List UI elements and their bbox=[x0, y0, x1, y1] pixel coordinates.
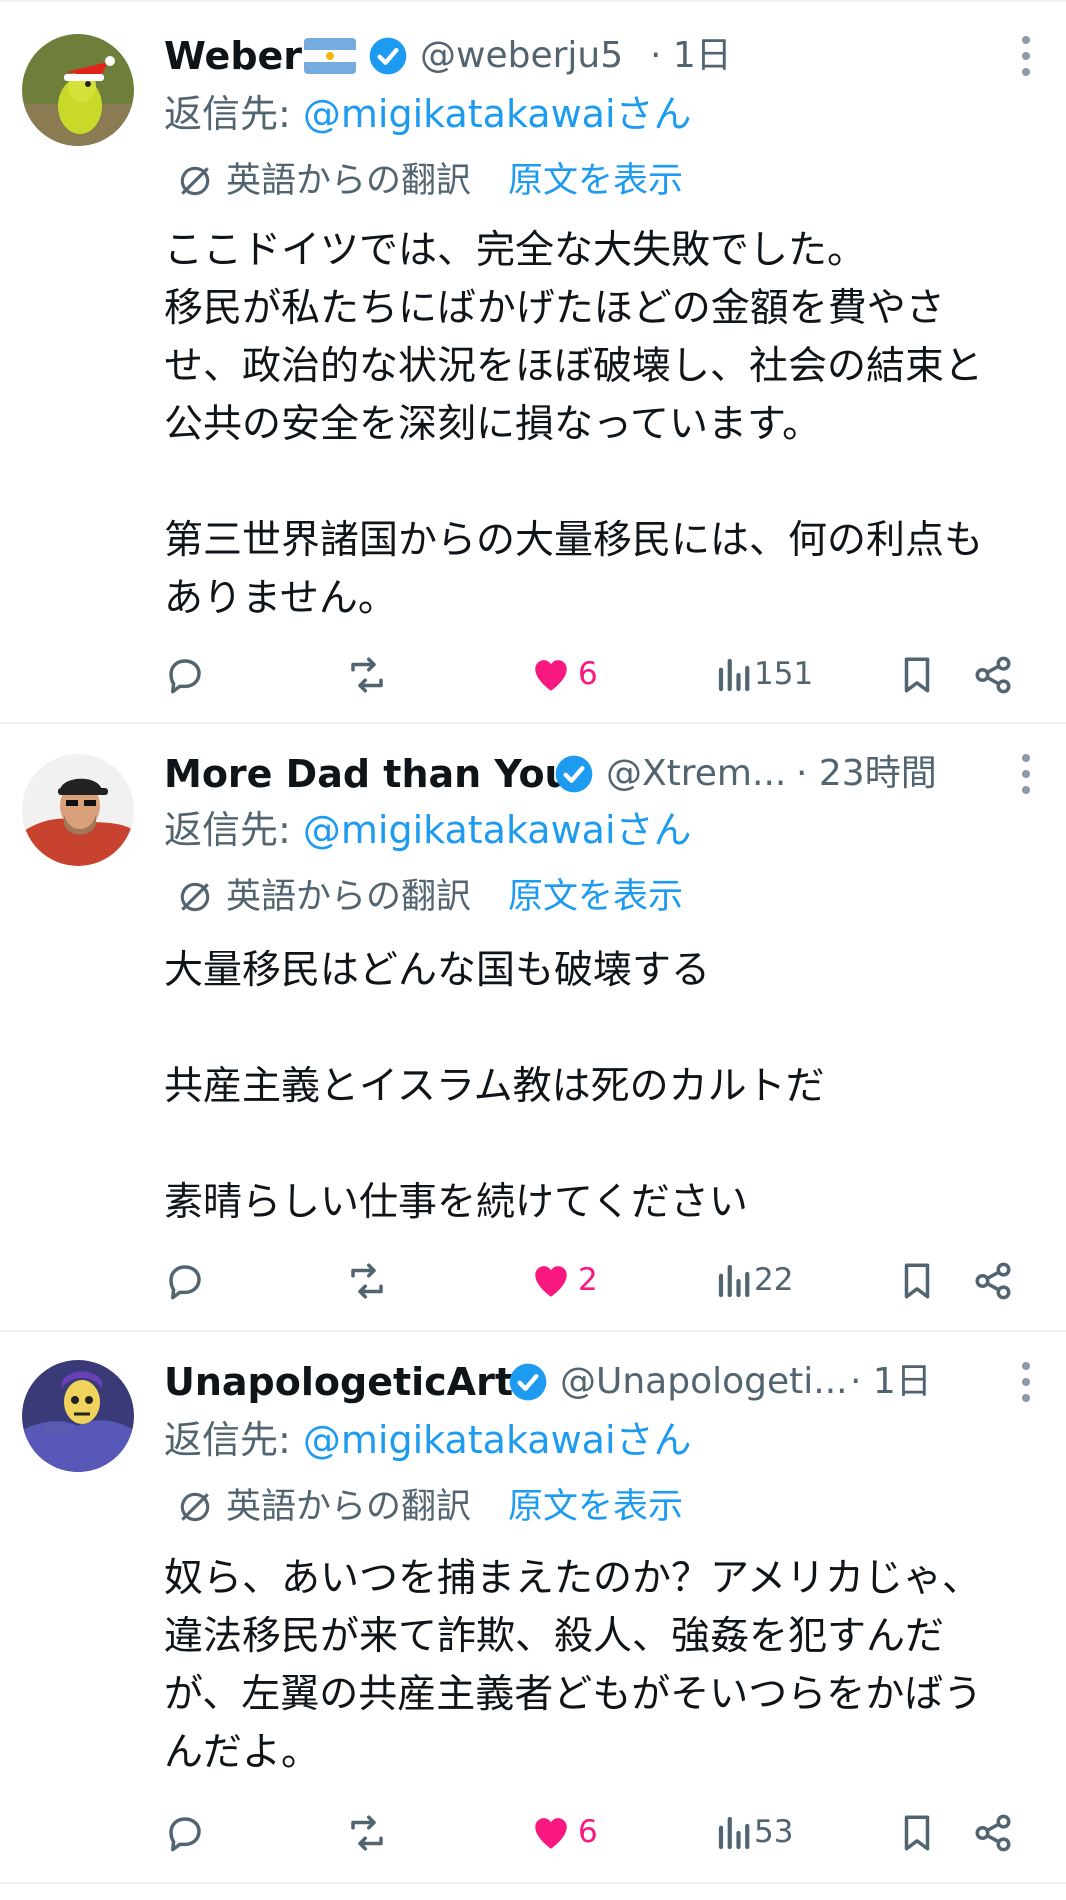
translate-icon bbox=[180, 882, 210, 912]
avatar[interactable] bbox=[22, 34, 134, 146]
heart-filled-icon bbox=[535, 1818, 567, 1849]
reply-icon bbox=[169, 659, 201, 694]
reply-tweet[interactable]: More Dad than You @Xtrem... · 23時間 返信先: … bbox=[0, 724, 1066, 1332]
timestamp[interactable]: · 23時間 bbox=[796, 744, 937, 804]
show-original-link[interactable]: 原文を表示 bbox=[508, 156, 683, 206]
display-name[interactable]: Weber bbox=[164, 26, 302, 86]
timestamp[interactable]: · 1日 bbox=[850, 1352, 932, 1412]
view-count: 151 bbox=[754, 656, 814, 692]
repost-icon bbox=[351, 657, 383, 693]
replying-to: 返信先: @migikatakawaiさん bbox=[164, 802, 692, 858]
bookmark-icon bbox=[904, 1815, 930, 1851]
like-count: 6 bbox=[578, 656, 598, 692]
translated-from-label: 英語からの翻訳 bbox=[226, 1487, 472, 1527]
show-original-link[interactable]: 原文を表示 bbox=[508, 1482, 683, 1532]
more-options-icon[interactable] bbox=[1016, 752, 1036, 796]
replying-to-mention[interactable]: @migikatakawaiさん bbox=[303, 92, 692, 136]
view-count: 22 bbox=[754, 1262, 794, 1298]
handle[interactable]: @Xtrem... bbox=[606, 744, 786, 804]
reply-icon bbox=[169, 1265, 201, 1300]
avatar[interactable] bbox=[22, 754, 134, 866]
replying-to-label: 返信先: bbox=[164, 1418, 303, 1462]
share-icon bbox=[975, 1262, 1011, 1300]
share-icon bbox=[975, 656, 1011, 694]
tweet-text: 奴ら、あいつを捕まえたのか？アメリカじゃ、違法移民が来て詐欺、殺人、強姦を犯すん… bbox=[164, 1556, 983, 1775]
translate-icon bbox=[180, 166, 210, 196]
replying-to: 返信先: @migikatakawaiさん bbox=[164, 86, 692, 142]
verified-badge-icon bbox=[509, 1363, 547, 1401]
replying-to-label: 返信先: bbox=[164, 808, 303, 852]
replying-to: 返信先: @migikatakawaiさん bbox=[164, 1412, 692, 1468]
argentina-flag-icon bbox=[304, 38, 356, 74]
verified-badge-icon bbox=[369, 37, 407, 75]
reply-icon bbox=[169, 1817, 201, 1852]
views-chart-icon bbox=[718, 658, 750, 692]
view-count: 53 bbox=[754, 1814, 794, 1850]
tweet-text: ここドイツでは、完全な大失敗でした。 移民が私たちにばかげたほどの金額を費やさせ… bbox=[164, 228, 984, 621]
reply-tweet[interactable]: Weber @weberju5 · 1日 返信先: @migikatakawai… bbox=[0, 0, 1066, 724]
heart-filled-icon bbox=[535, 660, 567, 691]
timestamp[interactable]: · 1日 bbox=[650, 26, 732, 86]
tweet-header: More Dad than You @Xtrem... · 23時間 bbox=[164, 744, 1036, 804]
more-options-icon[interactable] bbox=[1016, 34, 1036, 78]
repost-icon bbox=[351, 1815, 383, 1851]
handle[interactable]: @weberju5 bbox=[420, 26, 623, 86]
replying-to-mention[interactable]: @migikatakawaiさん bbox=[303, 1418, 692, 1462]
handle[interactable]: @Unapologeti... bbox=[560, 1352, 848, 1412]
translated-from-label: 英語からの翻訳 bbox=[226, 877, 472, 917]
like-count: 2 bbox=[578, 1262, 598, 1298]
tweet-actions: 6 151 bbox=[160, 644, 1020, 704]
repost-icon bbox=[351, 1263, 383, 1299]
avatar[interactable] bbox=[22, 1360, 134, 1472]
views-chart-icon bbox=[718, 1264, 750, 1298]
replying-to-mention[interactable]: @migikatakawaiさん bbox=[303, 808, 692, 852]
tweet-text: 大量移民はどんな国も破壊する 共産主義とイスラム教は死のカルトだ 素晴らしい仕事… bbox=[164, 948, 825, 1225]
display-name[interactable]: More Dad than You bbox=[164, 744, 572, 804]
bookmark-icon bbox=[904, 657, 930, 693]
verified-badge-icon bbox=[555, 755, 593, 793]
show-original-link[interactable]: 原文を表示 bbox=[508, 872, 683, 922]
replying-to-label: 返信先: bbox=[164, 92, 303, 136]
reply-tweet[interactable]: UnapologeticArt @Unapologeti... · 1日 返信先… bbox=[0, 1332, 1066, 1884]
tweet-header: Weber @weberju5 · 1日 bbox=[164, 26, 1036, 86]
reply-feed: Weber @weberju5 · 1日 返信先: @migikatakawai… bbox=[0, 0, 1066, 1900]
share-icon bbox=[975, 1814, 1011, 1852]
translate-icon bbox=[180, 1492, 210, 1522]
display-name[interactable]: UnapologeticArt bbox=[164, 1352, 513, 1412]
views-chart-icon bbox=[718, 1816, 750, 1850]
bookmark-icon bbox=[904, 1263, 930, 1299]
tweet-header: UnapologeticArt @Unapologeti... · 1日 bbox=[164, 1352, 1036, 1412]
more-options-icon[interactable] bbox=[1016, 1360, 1036, 1404]
tweet-actions: 2 22 bbox=[160, 1250, 1020, 1310]
tweet-actions: 6 53 bbox=[160, 1802, 1020, 1862]
like-count: 6 bbox=[578, 1814, 598, 1850]
heart-filled-icon bbox=[535, 1266, 567, 1297]
translated-from-label: 英語からの翻訳 bbox=[226, 161, 472, 201]
